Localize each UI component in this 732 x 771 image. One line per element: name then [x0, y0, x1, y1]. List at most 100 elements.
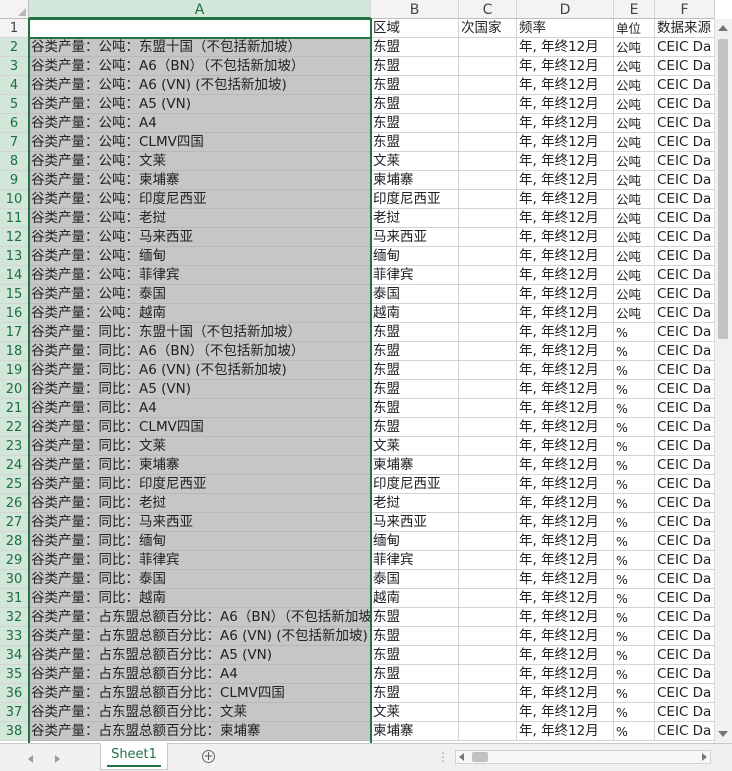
cell-a[interactable]: 谷类产量：同比：老挝: [29, 494, 371, 513]
cell-b[interactable]: 东盟: [371, 133, 459, 152]
row-header[interactable]: 36: [0, 684, 29, 703]
cell-b[interactable]: 文莱: [371, 152, 459, 171]
cell-f[interactable]: CEIC Da: [655, 684, 715, 703]
cell-c[interactable]: [459, 247, 517, 266]
horizontal-scroll-thumb[interactable]: [472, 752, 488, 762]
scroll-left-arrow-icon[interactable]: [459, 753, 464, 761]
cell-e[interactable]: %: [614, 665, 655, 684]
cell-c[interactable]: [459, 570, 517, 589]
cell-c[interactable]: [459, 171, 517, 190]
cell-b[interactable]: 东盟: [371, 380, 459, 399]
cell-d[interactable]: 年, 年终12月: [517, 646, 614, 665]
cell-a[interactable]: 谷类产量：占东盟总额百分比：A4: [29, 665, 371, 684]
cell-f[interactable]: CEIC Da: [655, 418, 715, 437]
cell-d[interactable]: 年, 年终12月: [517, 57, 614, 76]
cell-b[interactable]: 菲律宾: [371, 266, 459, 285]
cell-e[interactable]: %: [614, 323, 655, 342]
cell-a[interactable]: 谷类产量：公吨：泰国: [29, 285, 371, 304]
cell-c[interactable]: [459, 399, 517, 418]
cell-d[interactable]: 年, 年终12月: [517, 247, 614, 266]
cell-b[interactable]: 文莱: [371, 703, 459, 722]
vertical-scroll-thumb[interactable]: [718, 39, 728, 339]
cell-b[interactable]: 印度尼西亚: [371, 475, 459, 494]
row-header[interactable]: 14: [0, 266, 29, 285]
cell-d[interactable]: 年, 年终12月: [517, 171, 614, 190]
cell-f[interactable]: CEIC Da: [655, 323, 715, 342]
cell-d[interactable]: 年, 年终12月: [517, 627, 614, 646]
cell-a[interactable]: 谷类产量：同比：A6（BN）（不包括新加坡）: [29, 342, 371, 361]
cell-c[interactable]: [459, 722, 517, 741]
cell-a[interactable]: 谷类产量：同比：印度尼西亚: [29, 475, 371, 494]
cell-e[interactable]: %: [614, 722, 655, 741]
column-header-e[interactable]: E: [614, 0, 655, 19]
cell-f[interactable]: 数据来源: [655, 19, 715, 38]
cell-d[interactable]: 年, 年终12月: [517, 285, 614, 304]
cell-c[interactable]: [459, 608, 517, 627]
cell-e[interactable]: 公吨: [614, 304, 655, 323]
cell-f[interactable]: CEIC Da: [655, 133, 715, 152]
cell-b[interactable]: 东盟: [371, 418, 459, 437]
cell-a[interactable]: 谷类产量：公吨：越南: [29, 304, 371, 323]
cell-d[interactable]: 年, 年终12月: [517, 209, 614, 228]
cell-e[interactable]: %: [614, 551, 655, 570]
cell-f[interactable]: CEIC Da: [655, 665, 715, 684]
cell-c[interactable]: [459, 437, 517, 456]
cell-e[interactable]: 公吨: [614, 285, 655, 304]
cell-e[interactable]: 单位: [614, 19, 655, 38]
cell-f[interactable]: CEIC Da: [655, 114, 715, 133]
cell-b[interactable]: 印度尼西亚: [371, 190, 459, 209]
cell-b[interactable]: 东盟: [371, 76, 459, 95]
cell-c[interactable]: [459, 133, 517, 152]
cell-a[interactable]: 谷类产量：同比：马来西亚: [29, 513, 371, 532]
row-header[interactable]: 6: [0, 114, 29, 133]
cell-d[interactable]: 年, 年终12月: [517, 532, 614, 551]
cell-a[interactable]: 谷类产量：公吨：文莱: [29, 152, 371, 171]
cell-a[interactable]: 谷类产量：公吨：A6（BN）（不包括新加坡）: [29, 57, 371, 76]
cell-f[interactable]: CEIC Da: [655, 95, 715, 114]
spreadsheet-grid[interactable]: ABCDEF 1 2 3 4 5 6 7 8 9 10 11 12 13 14 15 16 17 18 19 20 21…: [0, 0, 732, 771]
cell-a[interactable]: 谷类产量：同比：柬埔寨: [29, 456, 371, 475]
cell-e[interactable]: %: [614, 646, 655, 665]
cell-a[interactable]: 谷类产量：同比：越南: [29, 589, 371, 608]
cell-f[interactable]: CEIC Da: [655, 456, 715, 475]
cell-d[interactable]: 年, 年终12月: [517, 456, 614, 475]
cell-a[interactable]: 谷类产量：同比：文莱: [29, 437, 371, 456]
cell-a[interactable]: 谷类产量：同比：A6 (VN) (不包括新加坡): [29, 361, 371, 380]
cell-f[interactable]: CEIC Da: [655, 152, 715, 171]
cell-c[interactable]: [459, 152, 517, 171]
cell-f[interactable]: CEIC Da: [655, 494, 715, 513]
cell-f[interactable]: CEIC Da: [655, 285, 715, 304]
cell-c[interactable]: [459, 418, 517, 437]
cell-d[interactable]: 年, 年终12月: [517, 418, 614, 437]
cell-f[interactable]: CEIC Da: [655, 646, 715, 665]
cell-b[interactable]: 越南: [371, 589, 459, 608]
cell-d[interactable]: 年, 年终12月: [517, 437, 614, 456]
cell-b[interactable]: 马来西亚: [371, 513, 459, 532]
row-header[interactable]: 32: [0, 608, 29, 627]
row-header[interactable]: 22: [0, 418, 29, 437]
cell-c[interactable]: [459, 228, 517, 247]
cell-a[interactable]: 谷类产量：公吨：柬埔寨: [29, 171, 371, 190]
cell-c[interactable]: [459, 57, 517, 76]
cell-d[interactable]: 年, 年终12月: [517, 114, 614, 133]
cell-e[interactable]: %: [614, 494, 655, 513]
row-header[interactable]: 38: [0, 722, 29, 741]
cell-a[interactable]: 谷类产量：公吨：A4: [29, 114, 371, 133]
cell-c[interactable]: 次国家: [459, 19, 517, 38]
cell-e[interactable]: %: [614, 570, 655, 589]
cell-b[interactable]: 缅甸: [371, 247, 459, 266]
cell-a[interactable]: 谷类产量：占东盟总额百分比：A6 (VN) (不包括新加坡): [29, 627, 371, 646]
cell-b[interactable]: 东盟: [371, 399, 459, 418]
cell-f[interactable]: CEIC Da: [655, 342, 715, 361]
row-header[interactable]: 34: [0, 646, 29, 665]
cell-f[interactable]: CEIC Da: [655, 380, 715, 399]
cell-d[interactable]: 年, 年终12月: [517, 190, 614, 209]
cell-b[interactable]: 泰国: [371, 570, 459, 589]
row-header[interactable]: 7: [0, 133, 29, 152]
cell-e[interactable]: 公吨: [614, 228, 655, 247]
cell-a[interactable]: 谷类产量：同比：缅甸: [29, 532, 371, 551]
row-header[interactable]: 18: [0, 342, 29, 361]
row-header[interactable]: 31: [0, 589, 29, 608]
row-header[interactable]: 33: [0, 627, 29, 646]
row-header[interactable]: 10: [0, 190, 29, 209]
